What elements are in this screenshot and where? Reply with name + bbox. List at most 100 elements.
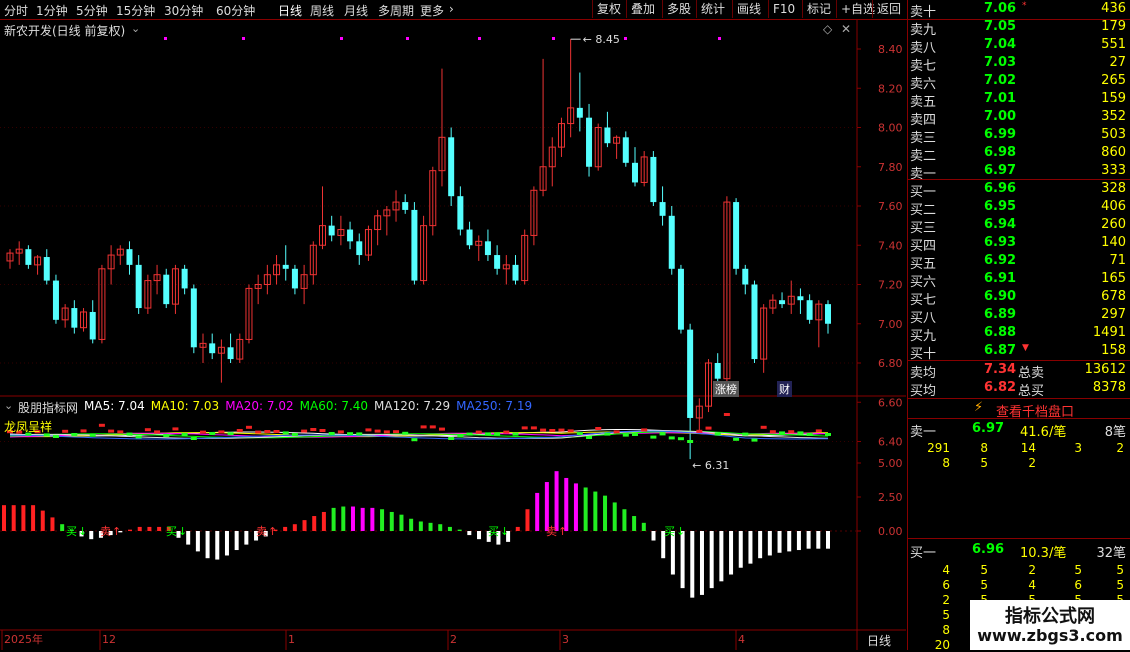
indicator-bar	[826, 531, 830, 549]
sub-candle	[117, 430, 124, 434]
ma-label-1: MA10: 7.03	[150, 399, 220, 413]
sell-queue-cell: 8	[980, 441, 988, 455]
bid-row-9[interactable]: 买九 6.88 1491	[908, 325, 1126, 344]
candle-body	[779, 300, 786, 305]
bid-row-8[interactable]: 买八 6.89 297	[908, 307, 1126, 326]
date-label: 2025年	[4, 632, 43, 646]
row-volume: 1491	[1092, 325, 1126, 340]
period-tab-10[interactable]: 更多	[420, 2, 444, 19]
close-icon[interactable]: ✕	[841, 22, 851, 36]
indicator-bar	[31, 505, 36, 531]
period-tab-2[interactable]: 5分钟	[76, 2, 108, 19]
bid-row-6[interactable]: 买六 6.91 165	[908, 271, 1126, 290]
sub-candle	[760, 425, 767, 429]
toolbar-btn-4[interactable]: 画线	[732, 0, 765, 18]
bid-row-3[interactable]: 买三 6.94 260	[908, 217, 1126, 236]
toolbar-btn-2[interactable]: 多股	[662, 0, 695, 18]
indicator-bar	[157, 526, 162, 531]
avg-sell-row: 卖均 7.34 总卖 13612	[908, 362, 1126, 381]
ask-row-1[interactable]: 卖十 7.06 436 *	[908, 1, 1126, 20]
toolbar-btn-6[interactable]: 标记	[802, 0, 835, 18]
sub-candle	[668, 436, 675, 440]
bid-row-5[interactable]: 买五 6.92 71	[908, 253, 1126, 272]
toolbar-btn-5[interactable]: F10	[768, 0, 799, 18]
buy1-depth-row[interactable]: 买一 6.96 10.3/笔 32笔	[908, 542, 1126, 561]
period-tab-0[interactable]: 分时	[4, 2, 28, 19]
row-price: 7.06	[984, 1, 1017, 16]
toolbar-btn-0[interactable]: 复权	[592, 0, 625, 18]
event-marker	[340, 37, 343, 40]
period-tab-1[interactable]: 1分钟	[36, 2, 68, 19]
candle-body	[282, 264, 289, 269]
sub-candle	[209, 432, 216, 435]
buy-queue-cell: 6	[1074, 578, 1082, 592]
event-marker	[624, 37, 627, 40]
chevron-down-icon[interactable]: ⌄	[131, 22, 140, 35]
sell-queue-cell: 3	[1074, 441, 1082, 455]
toolbar-btn-3[interactable]: 统计	[696, 0, 729, 18]
toolbar-btn-1[interactable]: 叠加	[626, 0, 659, 18]
badge-rank[interactable]: 涨榜	[713, 381, 739, 397]
sell1-depth-row[interactable]: 卖一 6.97 41.6/笔 8笔	[908, 421, 1126, 440]
row-price: 6.92	[984, 253, 1017, 268]
sub-candle	[466, 432, 473, 436]
ask-row-7[interactable]: 卖四 7.00 352	[908, 109, 1126, 128]
buy-signal: 买	[166, 525, 177, 538]
candle-body	[52, 280, 59, 320]
indicator-bar	[699, 531, 704, 595]
sub-candle	[540, 428, 547, 432]
period-tab-4[interactable]: 30分钟	[164, 2, 203, 19]
candle-body	[650, 156, 657, 203]
kline-chart[interactable]: 8.40 8.20 8.00 7.80 7.60 7.40 7.20 7.00 6.80 6.60…	[0, 19, 906, 650]
period-tab-9[interactable]: 多周期	[378, 2, 414, 19]
row-label: 卖九	[910, 23, 937, 38]
buy-queue-cell: 2	[942, 593, 950, 607]
chevron-right-icon[interactable]: ›	[449, 2, 454, 16]
avg-label: 买均	[910, 384, 937, 399]
row-volume: 406	[1101, 199, 1126, 214]
candle-body	[227, 347, 234, 360]
ask-row-8[interactable]: 卖三 6.99 503	[908, 127, 1126, 146]
ask-row-4[interactable]: 卖七 7.03 27	[908, 55, 1126, 74]
sub-candle	[825, 433, 831, 436]
ask-row-5[interactable]: 卖六 7.02 265	[908, 73, 1126, 92]
book-divider	[908, 418, 1130, 419]
period-tab-3[interactable]: 15分钟	[116, 2, 155, 19]
ask-row-3[interactable]: 卖八 7.04 551	[908, 37, 1126, 56]
sell-signal: 卖	[256, 525, 267, 538]
sub-candle	[236, 429, 243, 432]
buy-queue-cell: 4	[1028, 578, 1036, 592]
indicator-bar	[321, 511, 326, 531]
period-tab-5[interactable]: 60分钟	[216, 2, 255, 19]
ask-row-6[interactable]: 卖五 7.01 159	[908, 91, 1126, 110]
ask-row-2[interactable]: 卖九 7.05 179	[908, 19, 1126, 38]
row-price: 6.88	[984, 325, 1017, 340]
bid-row-7[interactable]: 买七 6.90 678	[908, 289, 1126, 308]
indicator-bar	[583, 487, 588, 531]
toolbar-btn-8[interactable]: 返回	[872, 0, 905, 18]
indicator-bar	[651, 531, 656, 541]
sub-candle	[733, 437, 740, 441]
chart-area[interactable]: 8.40 8.20 8.00 7.80 7.60 7.40 7.20 7.00 6.80 6.60…	[0, 19, 906, 650]
price-tick-label: 8.20	[878, 82, 903, 95]
bid-row-10[interactable]: 买十 6.87 158 ▼	[908, 343, 1126, 362]
price-tick-label: 6.80	[878, 357, 903, 370]
badge-finance[interactable]: 财	[777, 381, 792, 397]
period-tab-7[interactable]: 周线	[310, 2, 334, 19]
candle-body	[742, 268, 749, 285]
bid-row-4[interactable]: 买四 6.93 140	[908, 235, 1126, 254]
period-tab-8[interactable]: 月线	[344, 2, 368, 19]
period-tab-6[interactable]: 日线	[278, 2, 302, 19]
indicator-bar	[525, 509, 530, 531]
bid-row-2[interactable]: 买二 6.95 406	[908, 199, 1126, 218]
depth-label: 买一	[910, 546, 937, 561]
sub-candle	[631, 433, 638, 436]
indicator-bar	[573, 483, 578, 531]
avg-buy-row: 买均 6.82 总买 8378	[908, 380, 1126, 399]
candle-body	[347, 229, 354, 242]
bid-row-1[interactable]: 买一 6.96 328	[908, 181, 1126, 200]
chevron-down-icon[interactable]: ⌄	[4, 399, 13, 412]
ask-row-9[interactable]: 卖二 6.98 860	[908, 145, 1126, 164]
diamond-icon[interactable]: ◇	[823, 22, 832, 36]
buy-signal: 买	[664, 525, 675, 538]
